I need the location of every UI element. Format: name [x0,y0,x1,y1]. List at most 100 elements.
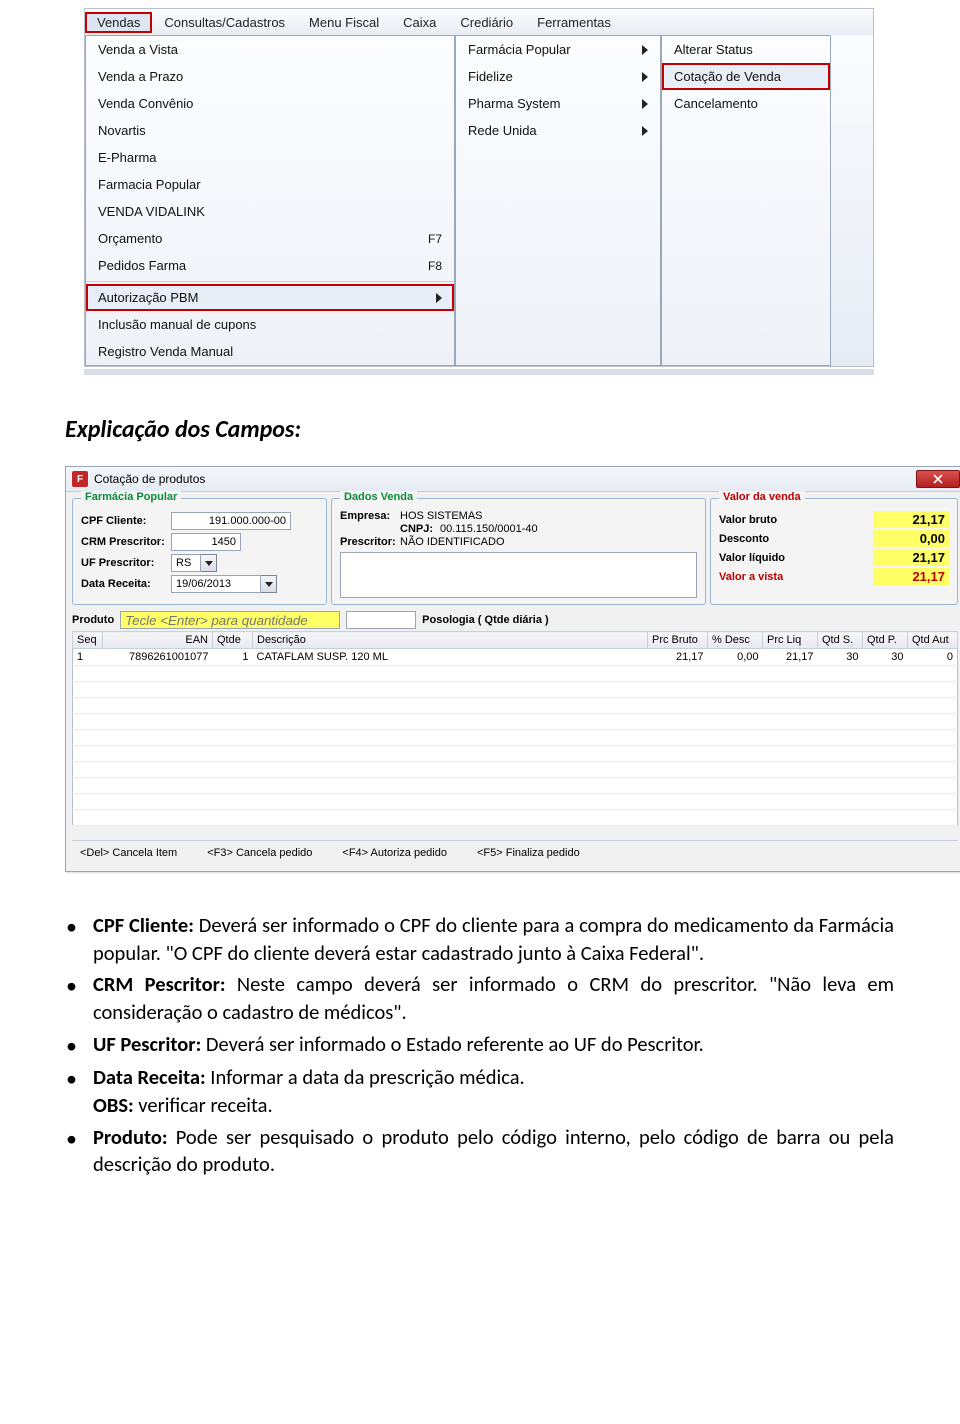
obs-strong: OBS: [93,1092,134,1118]
dd-venda-prazo[interactable]: Venda a Prazo [86,63,454,90]
cell-seq: 1 [73,649,103,666]
cell-qtd-p: 30 [863,649,908,666]
table-row [73,746,958,762]
dropdown-vendas: Venda a Vista Venda a Prazo Venda Convên… [85,35,455,366]
close-button[interactable] [916,470,960,488]
table-row [73,794,958,810]
content-bullets: • CPF Cliente: Deverá ser informado o CP… [66,912,894,1179]
chevron-down-icon [265,582,273,587]
dialog-footer: <Del> Cancela Item <F3> Cancela pedido <… [72,841,958,865]
close-icon [933,474,943,484]
dd-label: Autorização PBM [98,290,198,305]
dd2-fidelize[interactable]: Fidelize [456,63,660,90]
menu-screenshot: Vendas Consultas/Cadastros Menu Fiscal C… [84,8,874,367]
dd-shortcut: F8 [428,259,442,273]
dd3-cotacao-venda[interactable]: Cotação de Venda [662,63,830,90]
cell-ean: 7896261001077 [103,649,213,666]
dd2-pharma-system[interactable]: Pharma System [456,90,660,117]
window-bottom-edge [84,369,874,375]
label-produto: Produto [72,614,114,626]
table-row [73,698,958,714]
dd-label: VENDA VIDALINK [98,204,205,219]
menu-vendas[interactable]: Vendas [85,12,152,33]
dd-label: Cotação de Venda [674,69,781,84]
bullet-strong: Data Receita: [93,1064,206,1090]
input-posologia[interactable] [346,611,416,629]
dd-orcamento[interactable]: OrçamentoF7 [86,225,454,252]
menu-ferramentas[interactable]: Ferramentas [525,12,623,33]
hint-f3: <F3> Cancela pedido [207,847,312,859]
menu-fiscal[interactable]: Menu Fiscal [297,12,391,33]
label-crm: CRM Prescritor: [81,536,171,548]
col-prc-liq: Prc Liq [763,632,818,649]
hint-f5: <F5> Finaliza pedido [477,847,580,859]
table-row [73,810,958,826]
input-data-receita[interactable] [171,575,261,593]
bullet-icon: • [66,971,77,1026]
table-row [73,682,958,698]
dd-pedidos-farma[interactable]: Pedidos FarmaF8 [86,252,454,279]
dd-venda-vista[interactable]: Venda a Vista [86,36,454,63]
dd-label: Venda a Vista [98,42,178,57]
col-qtde: Qtde [213,632,253,649]
input-cpf[interactable] [171,512,291,530]
label-prescritor: Prescritor: [340,536,400,548]
dd-epharma[interactable]: E-Pharma [86,144,454,171]
bullet-text: Deverá ser informado o Estado referente … [201,1031,704,1057]
dd-autorizacao-pbm[interactable]: Autorização PBM [86,284,454,311]
dd-label: Novartis [98,123,146,138]
product-grid[interactable]: Seq EAN Qtde Descrição Prc Bruto % Desc … [72,631,958,841]
cell-prc-bruto: 21,17 [648,649,708,666]
hint-del: <Del> Cancela Item [80,847,177,859]
col-ean: EAN [103,632,213,649]
label-cpf: CPF Cliente: [81,515,171,527]
cell-pct-desc: 0,00 [708,649,763,666]
dd-registro-venda[interactable]: Registro Venda Manual [86,338,454,365]
col-seq: Seq [73,632,103,649]
menu-crediario[interactable]: Crediário [448,12,525,33]
select-uf[interactable] [171,554,201,572]
col-qtd-s: Qtd S. [818,632,863,649]
dd-farmacia-popular[interactable]: Farmacia Popular [86,171,454,198]
submenu-arrow-icon [642,99,648,109]
dd3-cancelamento[interactable]: Cancelamento [662,90,830,117]
dd-label: Venda Convênio [98,96,193,111]
table-row[interactable]: 1 7896261001077 1 CATAFLAM SUSP. 120 ML … [73,649,958,666]
menubar: Vendas Consultas/Cadastros Menu Fiscal C… [85,9,873,35]
dd-shortcut: F7 [428,232,442,246]
section-heading: Explicação dos Campos: [65,415,960,444]
bullet-item: • CPF Cliente: Deverá ser informado o CP… [66,912,894,967]
dropdown-button[interactable] [201,554,217,572]
label-cnpj: CNPJ: [400,523,440,535]
dd-inclusao-cupons[interactable]: Inclusão manual de cupons [86,311,454,338]
dd-label: Registro Venda Manual [98,344,233,359]
obs-text: verificar receita. [134,1092,273,1118]
dd-venda-convenio[interactable]: Venda Convênio [86,90,454,117]
table-row [73,762,958,778]
submenu-arrow-icon [642,72,648,82]
input-crm[interactable] [171,533,241,551]
dd-novartis[interactable]: Novartis [86,117,454,144]
bullet-icon: • [66,1031,77,1061]
cell-qtd-aut: 0 [908,649,958,666]
menu-consultas[interactable]: Consultas/Cadastros [152,12,297,33]
dd-label: Pharma System [468,96,560,111]
dd2-rede-unida[interactable]: Rede Unida [456,117,660,144]
dd2-farmacia-popular[interactable]: Farmácia Popular [456,36,660,63]
textarea-obs[interactable] [340,552,697,598]
dd-venda-vidalink[interactable]: VENDA VIDALINK [86,198,454,225]
menu-caixa[interactable]: Caixa [391,12,448,33]
submenu-arrow-icon [642,126,648,136]
bullet-item: • UF Pescritor: Deverá ser informado o E… [66,1031,894,1061]
dialog-cotacao: F Cotação de produtos Farmácia Popular C… [65,466,960,872]
label-uf: UF Prescritor: [81,557,171,569]
dd3-alterar-status[interactable]: Alterar Status [662,36,830,63]
app-icon: F [72,471,88,487]
col-descricao: Descrição [253,632,648,649]
dropdown-button[interactable] [261,575,277,593]
bullet-strong: CPF Cliente: [93,912,194,938]
dd-label: E-Pharma [98,150,157,165]
col-prc-bruto: Prc Bruto [648,632,708,649]
label-posologia: Posologia ( Qtde diária ) [422,614,549,626]
input-produto[interactable] [120,611,340,629]
